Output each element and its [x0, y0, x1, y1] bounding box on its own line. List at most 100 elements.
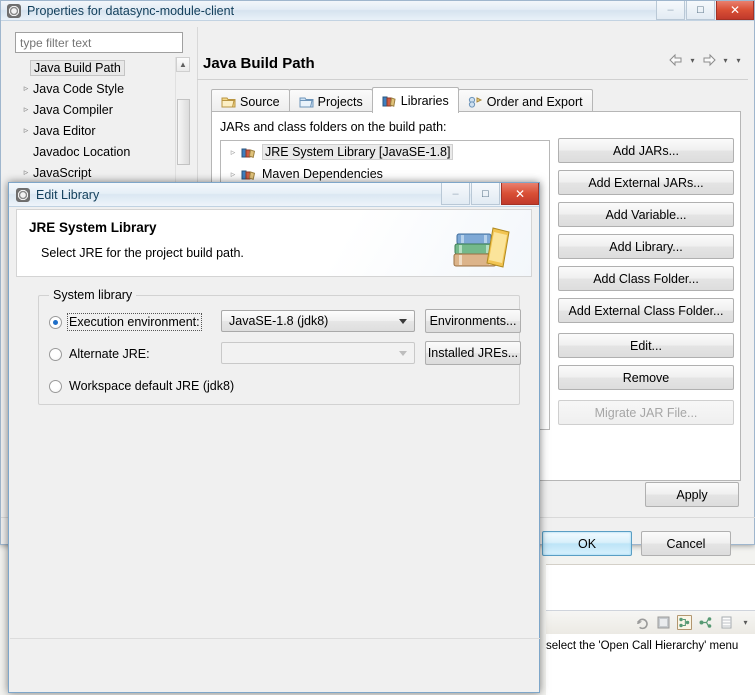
scrollbar-thumb[interactable]	[177, 99, 190, 165]
radio-execution-environment[interactable]: Execution environment:	[49, 312, 202, 332]
eclipse-gear-icon	[16, 187, 30, 202]
restore-button[interactable]: □	[471, 183, 500, 205]
collapse-all-icon[interactable]	[656, 615, 671, 630]
close-button[interactable]: ✕	[501, 183, 539, 205]
tree-row-jre-system-library[interactable]: ▹ JRE System Library [JavaSE-1.8]	[221, 141, 549, 163]
ok-button[interactable]: OK	[542, 531, 632, 556]
tab-label: Source	[240, 94, 280, 109]
back-arrow-icon[interactable]	[667, 51, 685, 69]
environments-button[interactable]: Environments...	[425, 309, 521, 333]
apply-button[interactable]: Apply	[645, 482, 739, 507]
radio-alternate-jre[interactable]: Alternate JRE:	[49, 344, 150, 364]
radio-workspace-default-jre[interactable]: Workspace default JRE (jdk8)	[49, 376, 234, 396]
chevron-down-icon	[399, 351, 407, 356]
installed-jres-button[interactable]: Installed JREs...	[425, 341, 521, 365]
library-books-icon	[241, 167, 257, 181]
library-books-icon	[241, 145, 257, 159]
library-books-icon	[382, 94, 397, 108]
maximize-button[interactable]: □	[686, 1, 715, 20]
tab-label: Order and Export	[486, 94, 583, 109]
title-underline	[197, 79, 748, 80]
edit-library-window-controls: – □ ✕	[440, 183, 539, 206]
refresh-icon[interactable]	[635, 615, 650, 630]
tab-order-and-export[interactable]: Order and Export	[457, 89, 593, 113]
properties-titlebar[interactable]: Properties for datasync-module-client – …	[1, 1, 754, 21]
sidebar-item-java-editor[interactable]: ▹ Java Editor	[15, 120, 191, 141]
chevron-right-icon[interactable]: ▹	[19, 104, 33, 115]
jars-list-label: JARs and class folders on the build path…	[220, 120, 447, 134]
execution-environment-combo[interactable]: JavaSE-1.8 (jdk8)	[221, 310, 415, 332]
sidebar-item-javascript[interactable]: ▹ JavaScript	[15, 162, 191, 183]
edit-library-dialog: Edit Library – □ ✕ JRE System Library Se…	[8, 182, 540, 693]
sidebar-item-label: Javadoc Location	[33, 144, 131, 159]
radio-indicator-icon[interactable]	[49, 347, 62, 361]
sidebar-item-java-code-style[interactable]: ▹ Java Code Style	[15, 78, 191, 99]
radio-label: Alternate JRE:	[69, 347, 150, 361]
layout-icon[interactable]	[719, 615, 734, 630]
view-menu-caret-icon[interactable]: ▾	[740, 618, 751, 627]
forward-arrow-icon[interactable]	[700, 51, 718, 69]
tree-row-label: Maven Dependencies	[262, 167, 383, 181]
back-dropdown-caret-icon[interactable]: ▾	[687, 56, 698, 65]
callers-callees-icon[interactable]	[698, 615, 713, 630]
order-export-icon	[468, 95, 483, 109]
close-button[interactable]: ✕	[716, 1, 754, 20]
edit-library-footer-separator	[10, 638, 540, 639]
tab-projects[interactable]: Projects	[288, 89, 373, 113]
combo-value: JavaSE-1.8 (jdk8)	[229, 314, 329, 328]
radio-indicator-icon[interactable]	[49, 379, 62, 393]
migrate-jar-file-button: Migrate JAR File...	[558, 400, 734, 425]
call-hierarchy-icon[interactable]	[677, 615, 692, 630]
edit-button[interactable]: Edit...	[558, 333, 734, 358]
project-folder-icon	[299, 95, 314, 109]
edit-library-header: JRE System Library Select JRE for the pr…	[16, 209, 532, 277]
add-external-class-folder-button[interactable]: Add External Class Folder...	[558, 298, 734, 323]
sidebar-item-label: Java Editor	[33, 123, 96, 138]
radio-indicator-icon[interactable]	[49, 315, 62, 329]
sidebar-item-java-compiler[interactable]: ▹ Java Compiler	[15, 99, 191, 120]
radio-label: Execution environment:	[67, 313, 202, 331]
edit-library-content: System library Execution environment: Ja…	[16, 279, 532, 629]
chevron-right-icon[interactable]: ▹	[19, 125, 33, 136]
eclipse-view-toolbar: ▾	[546, 610, 755, 634]
dialog-heading: JRE System Library	[29, 220, 157, 235]
group-legend: System library	[49, 288, 137, 302]
chevron-right-icon[interactable]: ▹	[225, 147, 241, 158]
scroll-up-arrow-icon[interactable]: ▲	[176, 57, 190, 72]
eclipse-gear-icon	[7, 3, 21, 18]
chevron-right-icon[interactable]: ▹	[19, 167, 33, 178]
remove-button[interactable]: Remove	[558, 365, 734, 390]
view-menu-caret-icon[interactable]: ▾	[733, 56, 744, 65]
chevron-right-icon[interactable]: ▹	[19, 83, 33, 94]
chevron-down-icon[interactable]	[399, 319, 407, 324]
page-title: Java Build Path	[203, 55, 315, 72]
tab-label: Libraries	[400, 93, 449, 108]
sidebar-item-label: Java Code Style	[33, 81, 125, 96]
sidebar-item-label: Java Compiler	[33, 102, 113, 117]
chevron-right-icon[interactable]: ▹	[225, 169, 241, 180]
sidebar-item-javadoc-location[interactable]: Javadoc Location	[15, 141, 191, 162]
forward-dropdown-caret-icon[interactable]: ▾	[720, 56, 731, 65]
edit-library-titlebar[interactable]: Edit Library – □ ✕	[9, 183, 539, 207]
add-variable-button[interactable]: Add Variable...	[558, 202, 734, 227]
add-library-button[interactable]: Add Library...	[558, 234, 734, 259]
add-class-folder-button[interactable]: Add Class Folder...	[558, 266, 734, 291]
eclipse-view-body	[546, 656, 755, 695]
filter-input[interactable]	[15, 32, 183, 53]
add-jars-button[interactable]: Add JARs...	[558, 138, 734, 163]
stacked-books-icon	[453, 220, 515, 270]
system-library-group: System library Execution environment: Ja…	[38, 288, 521, 405]
cancel-button[interactable]: Cancel	[641, 531, 731, 556]
minimize-button[interactable]: –	[656, 1, 685, 20]
add-external-jars-button[interactable]: Add External JARs...	[558, 170, 734, 195]
minimize-button: –	[441, 183, 470, 205]
tab-source[interactable]: Source	[211, 89, 290, 113]
window-controls: – □ ✕	[655, 1, 754, 21]
tab-libraries[interactable]: Libraries	[371, 87, 459, 113]
source-folder-icon	[221, 95, 236, 109]
sidebar-item-java-build-path[interactable]: Java Build Path	[15, 57, 191, 78]
navigation-buttons: ▾ ▾ ▾	[667, 51, 744, 69]
sidebar-item-label: JavaScript	[33, 165, 92, 180]
radio-label: Workspace default JRE (jdk8)	[69, 379, 235, 393]
properties-window-title: Properties for datasync-module-client	[27, 3, 235, 18]
